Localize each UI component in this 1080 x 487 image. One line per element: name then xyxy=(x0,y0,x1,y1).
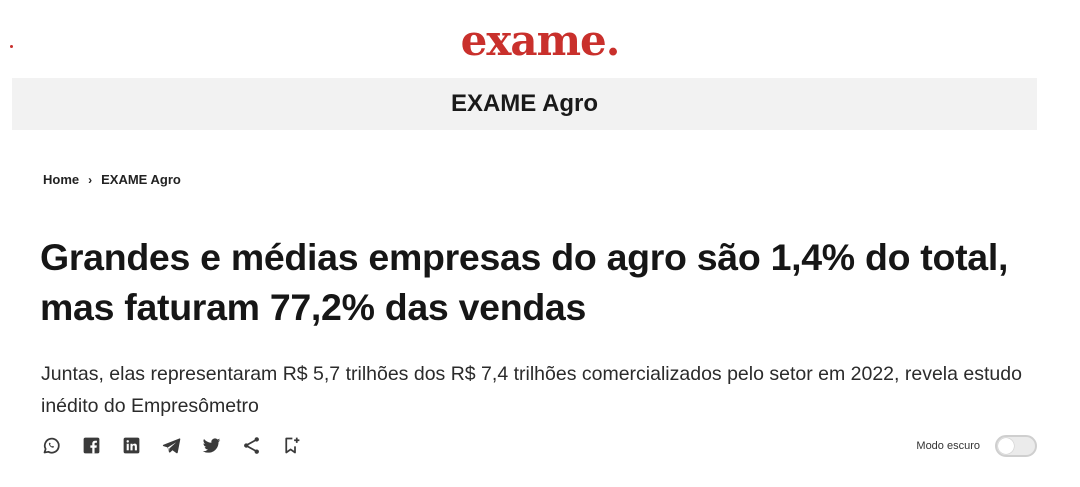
breadcrumb-home[interactable]: Home xyxy=(43,172,79,187)
whatsapp-icon[interactable] xyxy=(40,434,63,457)
section-title[interactable]: EXAME Agro xyxy=(451,90,598,117)
article-subtitle: Juntas, elas representaram R$ 5,7 trilhõ… xyxy=(41,363,1022,417)
dark-mode-toggle[interactable] xyxy=(995,435,1037,457)
exame-logo[interactable]: exame. xyxy=(0,16,1080,66)
facebook-icon[interactable] xyxy=(80,434,103,457)
share-bar xyxy=(40,434,303,457)
article-headline: Grandes e médias empresas do agro são 1,… xyxy=(40,236,1009,328)
telegram-icon[interactable] xyxy=(160,434,183,457)
toggle-knob xyxy=(998,438,1014,454)
dark-mode-label: Modo escuro xyxy=(916,440,980,452)
share-icon[interactable] xyxy=(240,434,263,457)
dark-mode-control: Modo escuro xyxy=(916,435,1037,457)
bookmark-add-icon[interactable] xyxy=(280,434,303,457)
linkedin-icon[interactable] xyxy=(120,434,143,457)
section-header: EXAME Agro xyxy=(12,78,1037,130)
twitter-icon[interactable] xyxy=(200,434,223,457)
breadcrumb-separator: › xyxy=(88,172,93,187)
breadcrumb: Home › EXAME Agro xyxy=(43,172,181,187)
breadcrumb-current[interactable]: EXAME Agro xyxy=(101,172,181,187)
